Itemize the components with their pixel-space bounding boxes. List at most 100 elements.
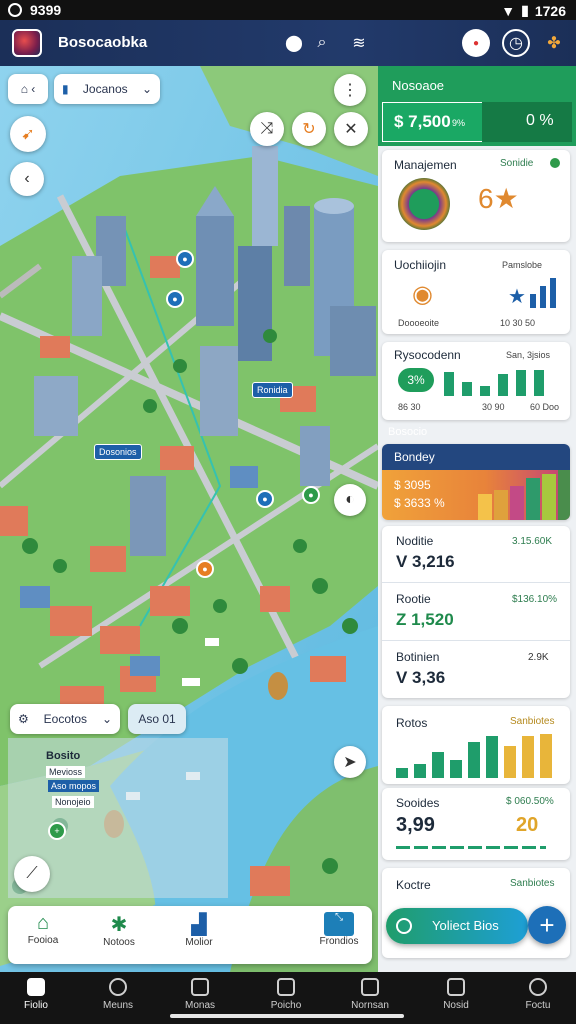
nav-item[interactable]: Foctu	[508, 978, 568, 1011]
nav-item[interactable]: Monas	[170, 978, 230, 1011]
row-amount: 2.9K	[528, 652, 549, 663]
puzzle-icon[interactable]: ✤	[540, 29, 568, 57]
book-icon	[447, 978, 465, 996]
shield-icon[interactable]: ⬤	[280, 29, 308, 57]
rysoc-card[interactable]: Rysocodenn San, 3jsios 3% 86 30 30 90 60…	[382, 342, 570, 420]
more-icon[interactable]: ⋮	[334, 74, 366, 106]
avatar[interactable]: ●	[462, 29, 490, 57]
compass-icon[interactable]: ➹	[10, 116, 46, 152]
nav-item[interactable]: Nosid	[426, 978, 486, 1011]
navigation-icon[interactable]: ➤	[334, 746, 366, 778]
status-time-left: 9399	[30, 2, 62, 18]
action-label: Frondios	[319, 936, 359, 947]
cart-icon	[361, 978, 379, 996]
app-bar: Bosocaobka ⬤ ⌕ ≋ ● ◷ ✤	[0, 20, 576, 66]
sooides-card[interactable]: Sooides $ 060.50% 3,99 20	[382, 788, 570, 860]
card-title: Koctre	[396, 878, 431, 892]
home-icon: ⌂	[36, 912, 50, 934]
card-value: $ 3633 %	[394, 496, 445, 510]
rotos-card[interactable]: Rotos Sanbiotes	[382, 706, 570, 784]
star-icon: ★	[508, 286, 526, 308]
location-icon[interactable]: ◐	[334, 484, 366, 516]
card-footer: 10 30 50	[500, 318, 536, 328]
map-pin[interactable]: ●	[176, 250, 194, 268]
tools-icon[interactable]: ✕	[334, 112, 368, 146]
back-icon[interactable]: ‹	[10, 162, 44, 196]
legend-dropdown[interactable]: ⚙ Eocotos ⌄	[10, 704, 120, 734]
row-label: Botinien	[396, 650, 440, 664]
search-icon[interactable]: ⌕	[308, 29, 336, 57]
fab-label: Yoliect Bios	[432, 918, 499, 933]
battery-icon: ▮	[521, 2, 529, 18]
nav-item[interactable]: Nornsan	[340, 978, 400, 1011]
map-pin[interactable]: ●	[302, 486, 320, 504]
legend-dropdown-label: Eocotos	[43, 712, 88, 726]
panel-header: Nosoaoe $ 7,500 9% 0 %	[378, 66, 576, 146]
nav-item[interactable]: Poicho	[256, 978, 316, 1011]
nav-label: Monas	[184, 1000, 215, 1011]
layers-icon[interactable]: ≋	[345, 29, 373, 57]
building-icon: ▟	[191, 914, 207, 936]
row-value: Z 1,520	[396, 610, 454, 629]
panel-header-title: Nosoaoe	[392, 78, 445, 93]
measure-icon[interactable]: ⟋	[14, 856, 50, 892]
map-pin[interactable]: ●	[196, 560, 214, 578]
action-button[interactable]: ⤡ Frondios	[304, 912, 374, 947]
card-value: $ 3095	[394, 478, 431, 492]
card-footer: Doooeoite	[398, 318, 440, 328]
card-title: Uochiiojin	[394, 258, 447, 272]
floating-action-button[interactable]: Yoliect Bios	[386, 908, 528, 944]
card-subtitle: San, 3jsios	[506, 350, 551, 360]
chevron-down-icon: ⌄	[101, 712, 112, 726]
bondey-card[interactable]: Bondey $ 3095 $ 3633 %	[382, 444, 570, 520]
chevron-down-icon: ⌄	[141, 82, 152, 96]
row-value: V 3,36	[396, 668, 446, 687]
panel-header-unit: 9%	[452, 118, 466, 128]
action-label: Molior	[185, 937, 213, 948]
map-pin[interactable]: +	[48, 822, 66, 840]
action-button[interactable]: ▟ Molior	[164, 912, 234, 948]
clock-icon[interactable]: ◷	[502, 29, 530, 57]
nav-label: Nornsan	[351, 1000, 389, 1011]
nav-item-home[interactable]: Fiolio	[6, 978, 66, 1011]
gear-icon: ⚙	[18, 712, 29, 726]
card-subtitle: Sanbiotes	[510, 878, 555, 889]
panel-header-value: $ 7,500	[394, 112, 451, 131]
city-map[interactable]: ⌂ ‹ ▮ Jocanos ⌄ ⋮ ➹ ⤨ ↻ ✕ ‹ ● ● ● ● ● Ro…	[0, 66, 378, 972]
legend-chip-alt[interactable]: Aso 01	[128, 704, 186, 734]
map-label: Ronidia	[252, 382, 293, 398]
map-action-bar: ⌂ Fooioa ✱ Notoos ▟ Molior ⤡ Frondios	[8, 906, 372, 964]
metrics-list-card: Noditie 3.15.60K V 3,216 Rootie $136.10%…	[382, 526, 570, 698]
card-subtitle: Sanbiotes	[510, 716, 555, 727]
add-button[interactable]: +	[528, 906, 566, 944]
nav-label: Meuns	[102, 1000, 133, 1011]
bar-chart	[396, 734, 552, 778]
nav-item[interactable]: Meuns	[88, 978, 148, 1011]
map-pin[interactable]: ●	[166, 290, 184, 308]
uochiiojin-card[interactable]: Uochiiojin Pamslobe ◉ ★ Doooeoite 10 30 …	[382, 250, 570, 334]
action-button[interactable]: ⌂ Fooioa	[8, 912, 78, 946]
action-label: Fooioa	[27, 935, 59, 946]
row-amount: $136.10%	[512, 594, 558, 605]
wifi-icon: ▼	[501, 2, 516, 19]
layer-dropdown[interactable]: ▮ Jocanos ⌄	[54, 74, 160, 104]
card-value: 3,99	[396, 814, 435, 836]
management-card[interactable]: Manajemen Sonidie 6★	[382, 150, 570, 242]
overlay-line: Nonojeio	[52, 796, 94, 808]
action-button[interactable]: ✱ Notoos	[84, 912, 154, 948]
action-label: Notoos	[103, 937, 135, 948]
status-bar: 9399 ▼ ▮ 1726	[0, 0, 576, 20]
pin-icon: ◉	[412, 281, 433, 308]
map-pin[interactable]: ●	[256, 490, 274, 508]
home-filter-button[interactable]: ⌂ ‹	[8, 74, 48, 104]
refresh-icon[interactable]: ↻	[292, 112, 326, 146]
mini-bar-chart	[530, 278, 556, 308]
status-time-right: 1726	[534, 2, 566, 19]
card-footer: 60 Doo	[530, 402, 560, 412]
card-title: Rysocodenn	[394, 348, 461, 362]
route-icon[interactable]: ⤨	[250, 112, 284, 146]
card-title: Rotos	[396, 716, 428, 730]
card-status: Sonidie	[500, 158, 534, 169]
nav-label: Fiolio	[24, 1000, 48, 1011]
home-indicator	[170, 1014, 404, 1018]
